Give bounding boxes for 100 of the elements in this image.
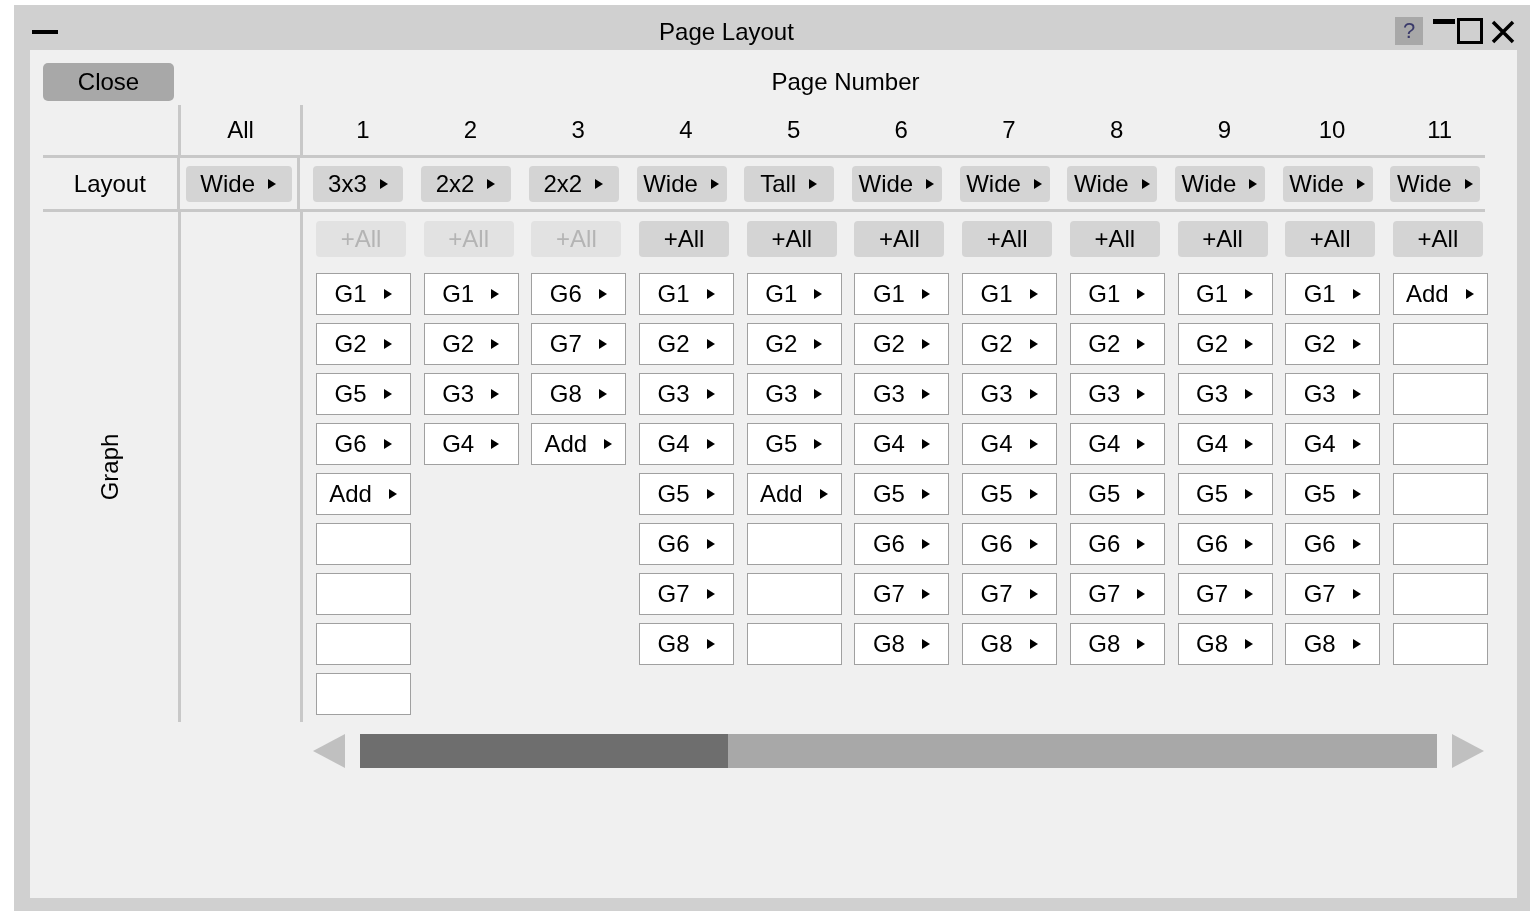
graph-dropdown[interactable]: G8 xyxy=(1177,623,1273,665)
graph-dropdown[interactable]: G3 xyxy=(854,373,950,415)
empty-slot[interactable] xyxy=(746,623,842,665)
graph-dropdown[interactable]: G5 xyxy=(1177,473,1273,515)
empty-slot[interactable] xyxy=(746,573,842,615)
add-all-button[interactable]: +All xyxy=(1392,221,1483,257)
graph-dropdown[interactable]: G7 xyxy=(962,573,1058,615)
empty-slot[interactable] xyxy=(316,573,411,615)
graph-dropdown[interactable]: G5 xyxy=(316,373,411,415)
layout-dropdown[interactable]: Wide xyxy=(959,165,1050,202)
help-button[interactable]: ? xyxy=(1395,16,1423,45)
graph-dropdown[interactable]: G3 xyxy=(746,373,842,415)
scroll-left-icon[interactable] xyxy=(313,734,345,768)
graph-dropdown[interactable]: G2 xyxy=(854,323,950,365)
empty-slot[interactable] xyxy=(1392,573,1488,615)
graph-dropdown[interactable]: G2 xyxy=(423,323,519,365)
graph-dropdown[interactable]: G1 xyxy=(1285,273,1381,315)
graph-dropdown[interactable]: G8 xyxy=(962,623,1058,665)
graph-dropdown[interactable]: G5 xyxy=(1285,473,1381,515)
add-all-button[interactable]: +All xyxy=(1285,221,1376,257)
graph-dropdown[interactable]: G6 xyxy=(639,523,735,565)
empty-slot[interactable] xyxy=(316,673,411,715)
minimize-icon[interactable] xyxy=(32,29,58,34)
close-button[interactable]: Close xyxy=(43,63,174,101)
empty-slot[interactable] xyxy=(1392,323,1488,365)
graph-dropdown[interactable]: G5 xyxy=(854,473,950,515)
graph-dropdown[interactable]: G7 xyxy=(531,323,627,365)
add-all-button[interactable]: +All xyxy=(1177,221,1268,257)
empty-slot[interactable] xyxy=(1392,523,1488,565)
graph-dropdown[interactable]: G3 xyxy=(639,373,735,415)
layout-dropdown[interactable]: Wide xyxy=(1174,165,1265,202)
empty-slot[interactable] xyxy=(1392,473,1488,515)
graph-dropdown[interactable]: Add xyxy=(316,473,411,515)
graph-dropdown[interactable]: G3 xyxy=(1285,373,1381,415)
graph-dropdown[interactable]: G1 xyxy=(1069,273,1165,315)
graph-dropdown[interactable]: G6 xyxy=(1285,523,1381,565)
graph-dropdown[interactable]: G8 xyxy=(1285,623,1381,665)
graph-dropdown[interactable]: G2 xyxy=(1285,323,1381,365)
graph-dropdown[interactable]: Add xyxy=(531,423,627,465)
graph-dropdown[interactable]: G3 xyxy=(1177,373,1273,415)
graph-dropdown[interactable]: G3 xyxy=(423,373,519,415)
graph-dropdown[interactable]: G7 xyxy=(1177,573,1273,615)
empty-slot[interactable] xyxy=(316,523,411,565)
graph-dropdown[interactable]: G2 xyxy=(962,323,1058,365)
add-all-button[interactable]: +All xyxy=(746,221,837,257)
close-icon[interactable] xyxy=(1491,19,1515,44)
graph-dropdown[interactable]: G6 xyxy=(1069,523,1165,565)
graph-dropdown[interactable]: G4 xyxy=(639,423,735,465)
graph-dropdown[interactable]: G2 xyxy=(746,323,842,365)
empty-slot[interactable] xyxy=(1392,423,1488,465)
scroll-right-icon[interactable] xyxy=(1452,734,1484,768)
graph-dropdown[interactable]: Add xyxy=(1392,273,1488,315)
graph-dropdown[interactable]: G7 xyxy=(1285,573,1381,615)
layout-dropdown[interactable]: Wide xyxy=(1390,165,1481,202)
graph-dropdown[interactable]: G4 xyxy=(1177,423,1273,465)
layout-dropdown[interactable]: 2x2 xyxy=(421,165,512,202)
empty-slot[interactable] xyxy=(746,523,842,565)
graph-dropdown[interactable]: G6 xyxy=(854,523,950,565)
graph-dropdown[interactable]: G8 xyxy=(854,623,950,665)
empty-slot[interactable] xyxy=(1392,623,1488,665)
graph-dropdown[interactable]: G4 xyxy=(1285,423,1381,465)
graph-dropdown[interactable]: G7 xyxy=(854,573,950,615)
graph-dropdown[interactable]: G7 xyxy=(1069,573,1165,615)
scrollbar-thumb[interactable] xyxy=(360,734,728,768)
graph-dropdown[interactable]: G2 xyxy=(316,323,411,365)
graph-dropdown[interactable]: G3 xyxy=(1069,373,1165,415)
graph-dropdown[interactable]: G2 xyxy=(639,323,735,365)
layout-dropdown[interactable]: Wide xyxy=(636,165,727,202)
empty-slot[interactable] xyxy=(1392,373,1488,415)
layout-dropdown[interactable]: Wide xyxy=(851,165,942,202)
add-all-button[interactable]: +All xyxy=(1069,221,1160,257)
graph-dropdown[interactable]: G4 xyxy=(1069,423,1165,465)
graph-dropdown[interactable]: G1 xyxy=(1177,273,1273,315)
graph-dropdown[interactable]: G1 xyxy=(316,273,411,315)
scrollbar-track[interactable] xyxy=(360,734,1437,768)
graph-dropdown[interactable]: G1 xyxy=(746,273,842,315)
graph-dropdown[interactable]: G2 xyxy=(1069,323,1165,365)
graph-dropdown[interactable]: G8 xyxy=(531,373,627,415)
graph-dropdown[interactable]: G1 xyxy=(423,273,519,315)
graph-dropdown[interactable]: G8 xyxy=(1069,623,1165,665)
graph-dropdown[interactable]: G8 xyxy=(639,623,735,665)
graph-dropdown[interactable]: G2 xyxy=(1177,323,1273,365)
graph-dropdown[interactable]: G1 xyxy=(854,273,950,315)
graph-dropdown[interactable]: G3 xyxy=(962,373,1058,415)
add-all-button[interactable]: +All xyxy=(639,221,730,257)
graph-dropdown[interactable]: G5 xyxy=(746,423,842,465)
layout-dropdown[interactable]: Wide xyxy=(1282,165,1373,202)
graph-dropdown[interactable]: G1 xyxy=(962,273,1058,315)
graph-dropdown[interactable]: G1 xyxy=(639,273,735,315)
add-all-button[interactable]: +All xyxy=(962,221,1053,257)
graph-dropdown[interactable]: G4 xyxy=(423,423,519,465)
maximize-icon[interactable] xyxy=(1457,17,1483,44)
add-all-button[interactable]: +All xyxy=(854,221,945,257)
empty-slot[interactable] xyxy=(316,623,411,665)
graph-dropdown[interactable]: G7 xyxy=(639,573,735,615)
layout-dropdown[interactable]: 2x2 xyxy=(528,165,619,202)
graph-dropdown[interactable]: G6 xyxy=(1177,523,1273,565)
graph-dropdown[interactable]: G5 xyxy=(1069,473,1165,515)
graph-dropdown[interactable]: G6 xyxy=(962,523,1058,565)
layout-dropdown[interactable]: Wide xyxy=(185,165,292,202)
